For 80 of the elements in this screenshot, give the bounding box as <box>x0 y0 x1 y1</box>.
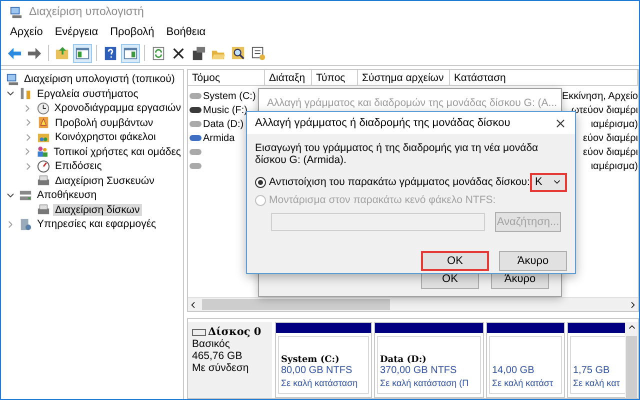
dialog-button[interactable]: OK <box>421 251 489 271</box>
properties-icon <box>191 46 206 60</box>
settings-icon <box>251 46 266 60</box>
menu-item[interactable]: Αρχείο <box>10 26 43 38</box>
table-cell: Armida <box>203 132 235 144</box>
disk-status: Με σύνδεση <box>192 362 250 374</box>
tree-item[interactable]: Εργαλεία συστήματος <box>35 88 140 100</box>
delete-icon <box>171 46 186 60</box>
panel-icon <box>123 46 138 60</box>
tree-item[interactable]: Τοπικοί χρήστες και ομάδες <box>52 146 183 158</box>
tools-icon <box>19 87 32 100</box>
tree-item[interactable]: Αποθήκευση <box>35 189 99 202</box>
scrollbar-thumb[interactable] <box>202 299 390 310</box>
printer-icon <box>37 174 50 188</box>
back-arrow-icon <box>7 46 22 60</box>
folder-icon <box>55 46 70 60</box>
partition-size: 80,00 GB NTFS <box>281 365 352 377</box>
disk-size: 465,76 GB <box>192 350 244 362</box>
printer-icon <box>37 203 50 216</box>
partition-size: 1,75 GB <box>573 365 610 377</box>
disk-type: Βασικός <box>192 338 231 350</box>
column-header[interactable]: Τόμος <box>188 70 265 86</box>
help-icon <box>103 46 118 60</box>
tree-item[interactable]: Διαχείριση Συσκευών <box>53 174 156 187</box>
partition-size: 370,00 GB NTFS <box>380 365 457 377</box>
gauge-icon <box>37 160 50 173</box>
tree-item[interactable]: Διαχείριση δίσκων <box>53 204 142 216</box>
dialog-prompt: Εισαγωγή του γράμματος ή της διαδρομής για τη νέα μονάδα δίσκου G: (Armida). <box>255 142 540 166</box>
window-title: Διαχείριση υπολογιστή <box>29 6 144 18</box>
table-cell: System (C:) <box>203 90 256 102</box>
partition-status: Σε καλή κατ <box>573 377 620 389</box>
dialog-button[interactable]: Άκυρο <box>499 251 567 271</box>
refresh-icon <box>151 46 166 60</box>
partition-block[interactable]: 14,00 GB Σε καλή κατάστ <box>486 322 565 398</box>
partition-size: 14,00 GB <box>492 365 534 377</box>
menu-item[interactable]: Βοήθεια <box>166 26 206 38</box>
partition-status: Σε καλή κατάσταση <box>281 377 358 389</box>
menu-item[interactable]: Προβολή <box>110 26 154 38</box>
services-icon <box>19 218 32 231</box>
column-header[interactable]: Κατάσταση <box>450 70 638 86</box>
partition-header-bar <box>568 323 625 333</box>
table-cell: εύον διαμέρι <box>583 146 638 158</box>
computer-icon <box>9 6 23 18</box>
computer-icon <box>6 72 19 86</box>
column-header[interactable]: Τύπος <box>312 70 358 86</box>
panel-icon <box>75 46 90 60</box>
partition-block[interactable]: Data (D:) 370,00 GB NTFS Σε καλή κατάσταση (Π <box>374 322 484 398</box>
table-cell: εύον διαμέρι <box>583 132 638 144</box>
dialog-title: Αλλαγή γράμματος ή διαδρομής της μονάδας δίσκου <box>255 117 510 129</box>
table-cell: Εκκίνηση, Αρχείο <box>562 90 638 102</box>
partition-status: Σε καλή κατάσταση (Π <box>380 377 469 389</box>
disk-name: Δίσκος 0 <box>208 326 262 338</box>
clock-icon <box>36 102 50 115</box>
table-cell: Music (F:) <box>203 104 248 116</box>
dialog-title: Αλλαγή γράμματος και διαδρομών της μονάδας δίσκου G: (A... <box>267 96 558 108</box>
tree-item[interactable]: Επιδόσεις <box>53 160 104 172</box>
partition-status: Σε καλή κατάστ <box>492 377 554 389</box>
drive-letter-dropdown[interactable]: K <box>530 172 567 192</box>
partition-name: System (C:) <box>281 355 340 365</box>
scrollbar-thumb[interactable] <box>626 336 637 398</box>
table-cell: Data (D:) <box>203 118 244 130</box>
column-header[interactable]: Διάταξη <box>265 70 312 86</box>
event-log-icon <box>37 116 50 130</box>
tree-item[interactable]: Υπηρεσίες και εφαρμογές <box>35 218 158 230</box>
close-icon[interactable] <box>554 116 567 130</box>
table-cell: ιαμέρισμα) <box>590 160 638 172</box>
partition-block[interactable]: System (C:) 80,00 GB NTFS Σε καλή κατάσταση <box>275 322 372 398</box>
tree-item[interactable]: Κοινόχρηστοι φάκελοι <box>53 131 158 144</box>
forward-arrow-icon <box>27 46 42 60</box>
menu-item[interactable]: Ενέργεια <box>54 26 98 38</box>
column-header[interactable]: Σύστημα αρχείων <box>358 70 450 86</box>
tree-item[interactable]: Χρονοδιάγραμμα εργασιών <box>52 102 183 114</box>
storage-icon <box>19 188 32 202</box>
users-icon <box>36 145 49 158</box>
search-icon <box>231 46 246 60</box>
radio-option[interactable]: Αντιστοίχιση του παρακάτω γράμματος μονάδας δίσκου: <box>255 176 530 188</box>
partition-name: Data (D:) <box>380 355 426 365</box>
table-cell: ιαμέρισμα) <box>590 118 638 130</box>
tree-item[interactable]: Προβολή συμβάντων <box>53 116 156 129</box>
tree-item[interactable]: Διαχείριση υπολογιστή (τοπικού) <box>22 73 177 86</box>
